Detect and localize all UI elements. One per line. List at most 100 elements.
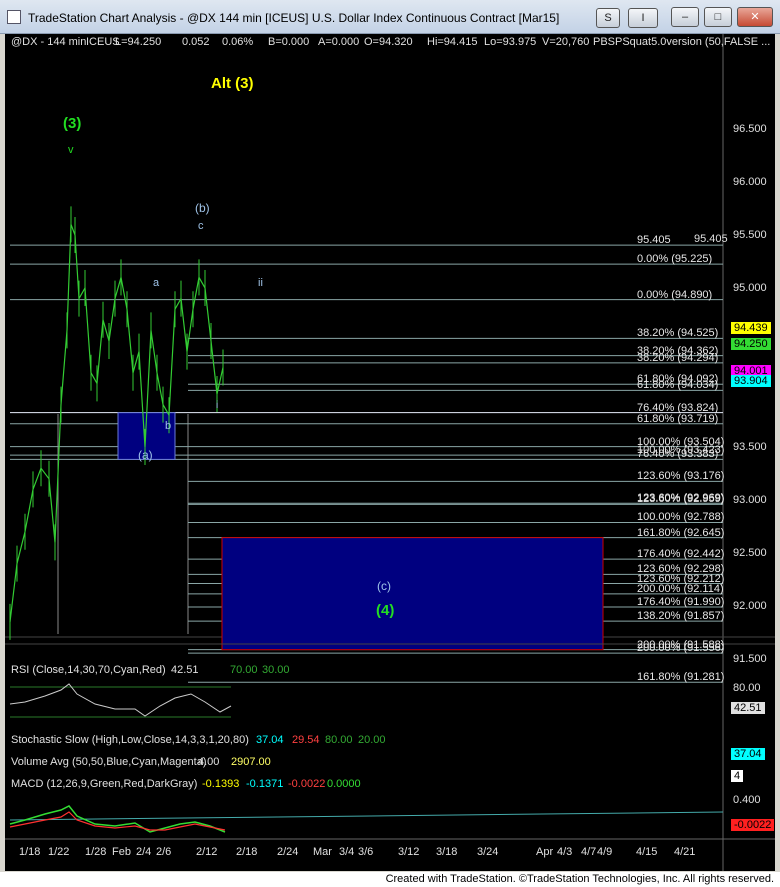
macd-tag: -0.0022 — [731, 819, 775, 831]
stoch-k: 37.04 — [256, 734, 284, 746]
wave-label-c: c — [198, 220, 204, 232]
fib-label: 95.405 — [637, 234, 671, 247]
header-field: O=94.320 — [364, 36, 413, 48]
macd-hist: -0.0022 — [288, 778, 326, 790]
header-field: B=0.000 — [268, 36, 310, 48]
header-symbol: @DX - 144 min — [11, 36, 87, 48]
time-axis-label: 2/18 — [236, 846, 258, 858]
volume-value: 2907.00 — [231, 756, 271, 768]
tradestation-app-icon — [7, 10, 21, 24]
stoch-title: Stochastic Slow (High,Low,Close,14,3,3,1… — [11, 734, 249, 746]
macd-title: MACD (12,26,9,Green,Red,DarkGray) — [11, 778, 198, 790]
price-axis-label: 91.500 — [733, 653, 767, 665]
fib-label: 200.00% (92.114) — [637, 582, 724, 595]
time-axis-label: 1/22 — [48, 846, 70, 858]
fib-label: 61.80% (93.719) — [637, 412, 719, 425]
fib-label: 100.00% (92.788) — [637, 511, 725, 524]
time-axis-label: 4/21 — [674, 846, 696, 858]
price-95405-label: 95.405 — [694, 233, 728, 246]
close-button[interactable]: ✕ — [737, 7, 773, 27]
wave-label-4: (4) — [376, 602, 395, 619]
fib-label: 38.20% (94.294) — [637, 351, 719, 364]
fib-label: 161.80% (91.281) — [637, 671, 725, 684]
header-field: Lo=93.975 — [484, 36, 537, 48]
fib-label: 138.20% (91.857) — [637, 610, 725, 623]
time-axis-label: 4/9 — [597, 846, 613, 858]
rsi-title: RSI (Close,14,30,70,Cyan,Red) — [11, 664, 166, 676]
time-axis-label: 3/18 — [436, 846, 458, 858]
maximize-button[interactable]: □ — [704, 7, 732, 27]
volume-title: Volume Avg (50,50,Blue,Cyan,Magenta) — [11, 756, 207, 768]
fib-label: 123.60% (93.176) — [637, 470, 725, 483]
wave-label-a: a — [153, 277, 160, 289]
fib-label: 176.40% (91.990) — [637, 596, 725, 609]
price-axis-label: 95.500 — [733, 229, 767, 241]
wave-label-b: b — [165, 420, 172, 432]
chart-window[interactable]: 95.405 0.00% (95.225) 0.00% (94.890) 38.20%… — [5, 34, 775, 871]
time-axis-label: 1/18 — [19, 846, 41, 858]
copyright-text: Created with TradeStation. ©TradeStation… — [385, 873, 774, 885]
header-field: V=20,760 — [542, 36, 590, 48]
wave-label-v: v — [68, 144, 74, 156]
window-titlebar: TradeStation Chart Analysis - @DX 144 mi… — [0, 0, 780, 34]
time-axis-label: Mar — [313, 846, 332, 858]
time-axis-label: 3/24 — [477, 846, 499, 858]
price-axis-label: 93.500 — [733, 441, 767, 453]
fib-label: 61.80% (94.034) — [637, 379, 719, 392]
wave-label-i: i — [216, 400, 219, 411]
price-axis-label: 96.000 — [733, 176, 767, 188]
time-axis-label: 2/6 — [156, 846, 172, 858]
fib-label: 176.40% (92.442) — [637, 548, 725, 561]
window-controls: – □ ✕ — [671, 7, 774, 27]
volume-avg: 4.00 — [198, 756, 220, 768]
wave-label-c-paren: (c) — [377, 579, 391, 593]
rsi-axis-label: 80.00 — [733, 682, 761, 694]
macd-zero-line — [9, 811, 724, 821]
time-axis-label: 1/28 — [85, 846, 107, 858]
footer: Created with TradeStation. ©TradeStation… — [0, 872, 780, 887]
time-axis-label: 3/4 — [339, 846, 355, 858]
price-tag: 94.439 — [731, 322, 771, 334]
price-axis-label: 93.000 — [733, 494, 767, 506]
fib-label: 38.20% (94.525) — [637, 327, 719, 340]
price-axis-label: 96.500 — [733, 123, 767, 135]
minimize-button[interactable]: – — [671, 7, 699, 27]
header-field: Hi=94.415 — [427, 36, 478, 48]
time-axis-label: 2/12 — [196, 846, 218, 858]
fib-label: 123.60% (92.959) — [637, 493, 725, 506]
header-field: A=0.000 — [318, 36, 360, 48]
time-axis-label: 3/6 — [358, 846, 374, 858]
wave-label-alt-3: Alt (3) — [211, 75, 254, 92]
fib-label: 0.00% (94.890) — [637, 288, 713, 301]
macd-value: -0.1393 — [202, 778, 240, 790]
wave-label-3: (3) — [63, 115, 82, 132]
header-field: 0.052 — [182, 36, 210, 48]
stoch-d: 29.54 — [292, 734, 320, 746]
price-axis-label: 95.000 — [733, 282, 767, 294]
macd-signal: -0.1371 — [246, 778, 284, 790]
time-axis-label: 4/15 — [636, 846, 658, 858]
price-tag: 93.904 — [731, 375, 771, 387]
price-axis-label: 92.500 — [733, 547, 767, 559]
wave-label-ii: ii — [258, 277, 263, 289]
header-field: 0.06% — [222, 36, 254, 48]
macd-axis-label: 0.400 — [733, 794, 761, 806]
time-axis-label: 4/3 — [557, 846, 573, 858]
time-axis-label: Feb — [112, 846, 131, 858]
macd-zero: 0.0000 — [327, 778, 361, 790]
fib-label: 161.80% (92.645) — [637, 526, 725, 539]
fib-label: 0.00% (95.225) — [637, 253, 713, 266]
window-title: TradeStation Chart Analysis - @DX 144 mi… — [28, 11, 560, 25]
stoch-overbought: 80.00 — [325, 734, 353, 746]
rsi-line — [9, 683, 232, 717]
stoch-oversold: 20.00 — [358, 734, 386, 746]
target-box-4 — [221, 537, 604, 651]
volume-tag: 4 — [731, 770, 744, 782]
indicator-button[interactable]: I — [628, 8, 658, 28]
fib-label: 76.40% (93.383) — [637, 448, 719, 461]
wave-label-b-paren: (b) — [195, 201, 210, 215]
rsi-overbought: 70.00 — [230, 664, 258, 676]
symbol-link-button[interactable]: S — [596, 8, 620, 28]
fib-label: 200.00% (91.556) — [637, 642, 725, 655]
rsi-tag: 42.51 — [731, 702, 765, 714]
